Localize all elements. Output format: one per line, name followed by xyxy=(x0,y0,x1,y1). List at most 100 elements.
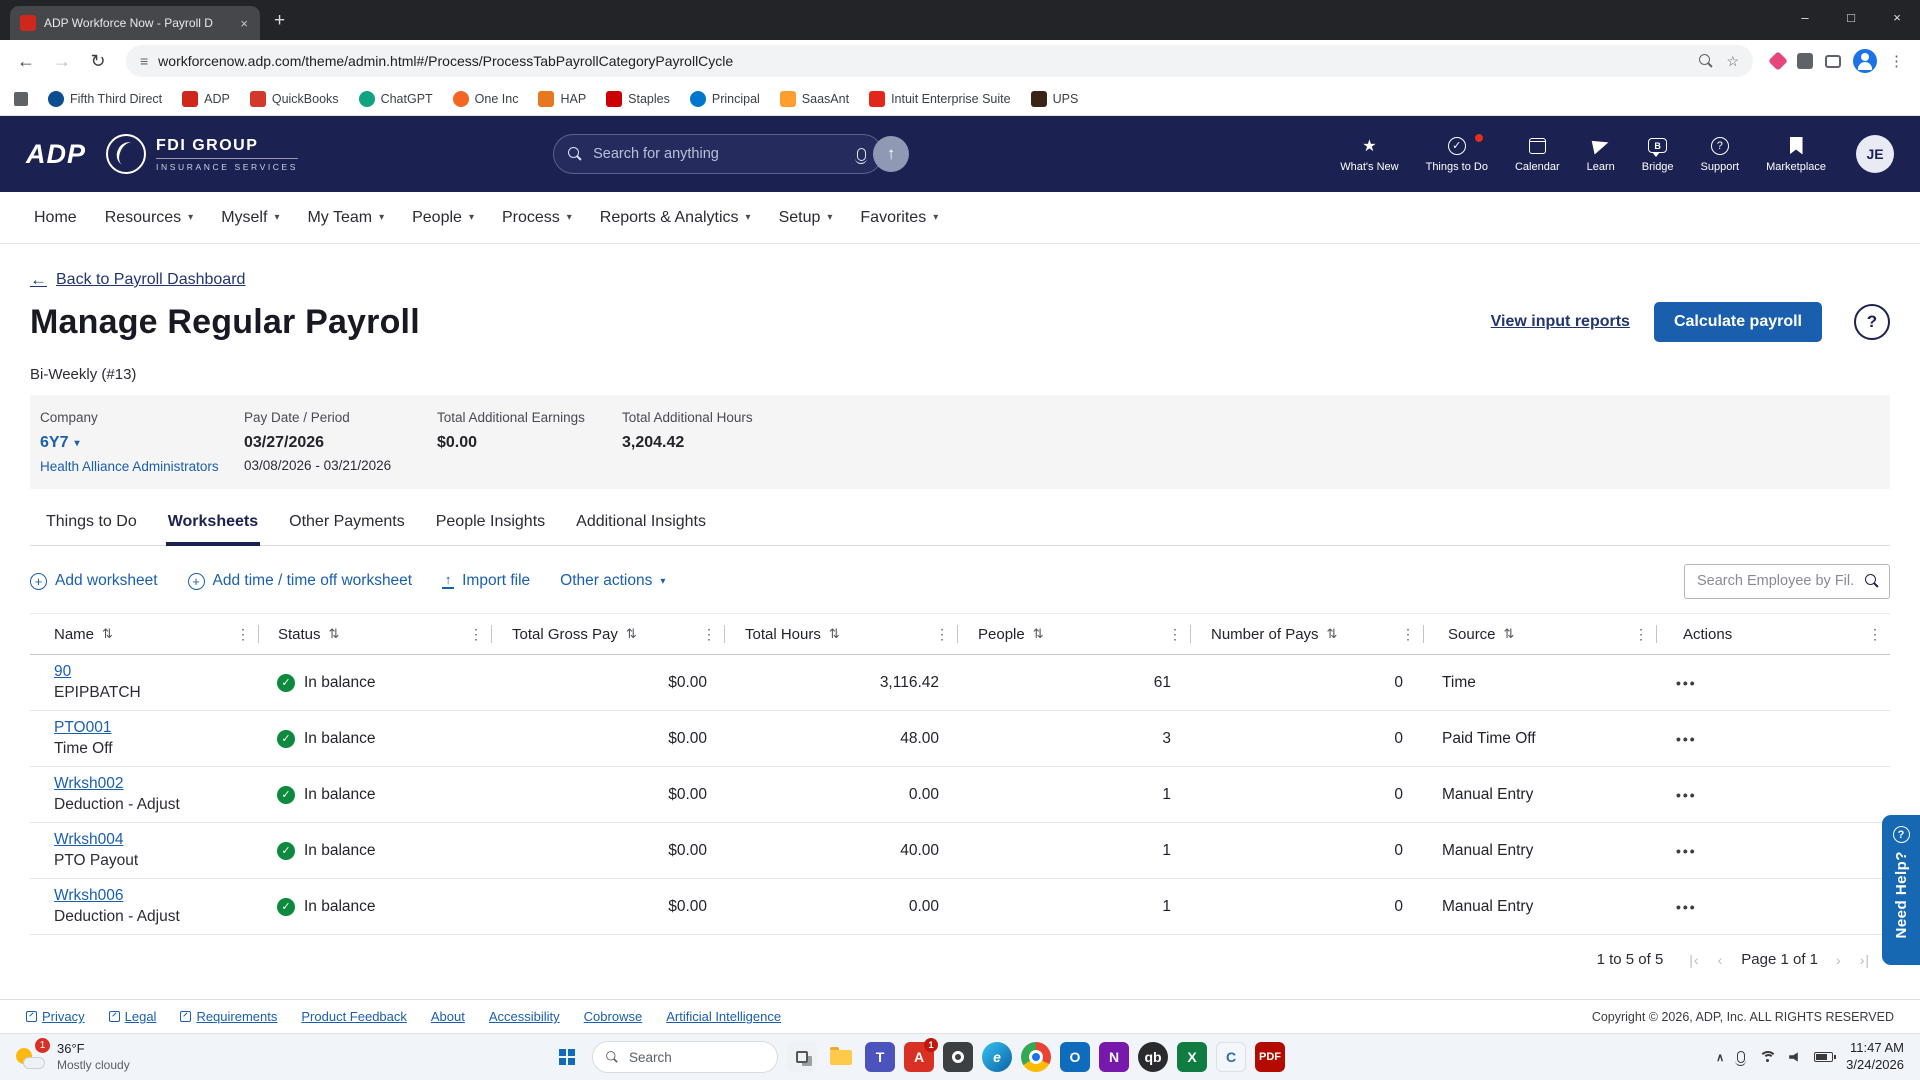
window-maximize-button[interactable]: □ xyxy=(1828,0,1874,34)
browser-profile-avatar[interactable] xyxy=(1853,49,1877,73)
global-search-field[interactable] xyxy=(553,134,884,174)
quickbooks-icon[interactable]: qb xyxy=(1138,1042,1168,1072)
support-button[interactable]: ? Support xyxy=(1701,136,1739,173)
voice-search-icon[interactable] xyxy=(855,147,868,164)
learn-button[interactable]: Learn xyxy=(1587,136,1615,173)
more-actions-icon[interactable]: ••• xyxy=(1676,787,1697,803)
last-page-icon[interactable]: ›| xyxy=(1860,952,1870,968)
tab-other-payments[interactable]: Other Payments xyxy=(287,503,407,545)
taskbar-search[interactable] xyxy=(592,1041,778,1073)
nav-item-setup[interactable]: Setup ▾ xyxy=(765,192,847,243)
window-close-button[interactable]: × xyxy=(1874,0,1920,34)
search-icon[interactable] xyxy=(1865,573,1880,589)
bookmark-chatgpt[interactable]: ChatGPT xyxy=(358,90,433,107)
column-header-gross-pay[interactable]: Total Gross Pay ⇅ ⋮ xyxy=(492,614,724,654)
bookmark-fifth-third[interactable]: Fifth Third Direct xyxy=(48,90,162,107)
tray-chevron-icon[interactable]: ∧ xyxy=(1716,1051,1724,1064)
teams-icon[interactable]: T xyxy=(865,1042,895,1072)
sort-icon[interactable]: ⇅ xyxy=(102,626,113,642)
browser-tab[interactable]: ADP Workforce Now - Payroll D × xyxy=(10,6,260,40)
tab-people-insights[interactable]: People Insights xyxy=(434,503,547,545)
more-actions-icon[interactable]: ••• xyxy=(1676,731,1697,747)
new-tab-button[interactable]: + xyxy=(274,10,285,32)
column-header-name[interactable]: Name ⇅ ⋮ xyxy=(30,614,258,654)
worksheet-link[interactable]: Wrksh002 xyxy=(54,775,124,793)
global-search-input[interactable] xyxy=(593,146,848,162)
file-explorer-icon[interactable] xyxy=(826,1042,856,1072)
nav-item-people[interactable]: People ▾ xyxy=(398,192,488,243)
import-file-button[interactable]: ↑ Import file xyxy=(442,572,530,590)
view-input-reports-link[interactable]: View input reports xyxy=(1491,313,1630,331)
worksheet-link[interactable]: Wrksh006 xyxy=(54,887,124,905)
calculator-icon[interactable]: C xyxy=(1216,1042,1246,1072)
sort-icon[interactable]: ⇅ xyxy=(829,626,840,642)
edge-icon[interactable]: e xyxy=(982,1042,1012,1072)
worksheet-link[interactable]: PTO001 xyxy=(54,719,111,737)
column-header-actions[interactable]: Actions ⋮ xyxy=(1657,614,1890,654)
browser-reload-button[interactable]: ↻ xyxy=(82,45,114,77)
tab-close-icon[interactable]: × xyxy=(238,16,250,31)
things-to-do-button[interactable]: ✓ Things to Do xyxy=(1426,132,1488,173)
bookmark-ups[interactable]: UPS xyxy=(1030,90,1078,107)
column-menu-icon[interactable]: ⋮ xyxy=(236,626,258,643)
nav-item-myself[interactable]: Myself ▾ xyxy=(207,192,293,243)
column-header-status[interactable]: Status ⇅ ⋮ xyxy=(259,614,491,654)
more-actions-icon[interactable]: ••• xyxy=(1676,843,1697,859)
tab-worksheets[interactable]: Worksheets xyxy=(165,503,261,546)
first-page-icon[interactable]: |‹ xyxy=(1689,952,1699,968)
need-help-tab[interactable]: ? Need Help? xyxy=(1882,815,1920,965)
browser-back-button[interactable]: ← xyxy=(10,45,42,77)
sort-icon[interactable]: ⇅ xyxy=(329,626,340,642)
bookmark-one-inc[interactable]: One Inc xyxy=(452,90,518,107)
column-header-source[interactable]: Source ⇅ ⋮ xyxy=(1424,614,1656,654)
sidebar-icon[interactable] xyxy=(1825,54,1841,68)
bookmark-staples[interactable]: Staples xyxy=(606,90,670,107)
battery-icon[interactable] xyxy=(1814,1052,1837,1062)
footer-link-cobrowse[interactable]: Cobrowse xyxy=(584,1009,643,1024)
footer-link-privacy[interactable]: Privacy xyxy=(26,1009,85,1024)
volume-icon[interactable] xyxy=(1789,1052,1798,1062)
browser-menu-icon[interactable]: ⋮ xyxy=(1889,52,1904,70)
nav-item-resources[interactable]: Resources ▾ xyxy=(91,192,208,243)
bookmark-adp[interactable]: ADP xyxy=(182,90,230,107)
clock[interactable]: 11:47 AM 3/24/2026 xyxy=(1846,1040,1904,1074)
pdf-reader-icon[interactable]: PDF xyxy=(1255,1042,1285,1072)
apps-grid-icon[interactable] xyxy=(14,91,28,106)
address-bar[interactable]: ≡ workforcenow.adp.com/theme/admin.html#… xyxy=(126,45,1753,77)
column-menu-icon[interactable]: ⋮ xyxy=(935,626,957,643)
adobe-acrobat-icon[interactable]: A1 xyxy=(904,1038,938,1072)
worksheet-link[interactable]: 90 xyxy=(54,663,71,681)
bookmark-star-icon[interactable]: ☆ xyxy=(1726,53,1739,70)
settings-icon[interactable] xyxy=(943,1042,973,1072)
next-page-icon[interactable]: › xyxy=(1836,952,1842,968)
search-submit-button[interactable]: ↑ xyxy=(873,136,910,172)
bridge-button[interactable]: B Bridge xyxy=(1642,136,1674,173)
nav-item-reports-analytics[interactable]: Reports & Analytics ▾ xyxy=(586,192,765,243)
url-text[interactable]: workforcenow.adp.com/theme/admin.html#/P… xyxy=(158,53,1689,69)
adp-logo[interactable]: ADP xyxy=(26,139,86,170)
previous-page-icon[interactable]: ‹ xyxy=(1718,952,1724,968)
sort-icon[interactable]: ⇅ xyxy=(1327,626,1338,642)
taskbar-search-input[interactable] xyxy=(629,1049,749,1065)
task-view-icon[interactable] xyxy=(787,1042,817,1072)
column-menu-icon[interactable]: ⋮ xyxy=(1401,626,1423,643)
footer-link-requirements[interactable]: Requirements xyxy=(180,1009,277,1024)
worksheet-link[interactable]: Wrksh004 xyxy=(54,831,124,849)
column-header-number-of-pays[interactable]: Number of Pays ⇅ ⋮ xyxy=(1191,614,1423,654)
column-menu-icon[interactable]: ⋮ xyxy=(1168,626,1190,643)
column-header-total-hours[interactable]: Total Hours ⇅ ⋮ xyxy=(725,614,957,654)
site-controls-icon[interactable]: ≡ xyxy=(140,53,148,69)
column-menu-icon[interactable]: ⋮ xyxy=(469,626,491,643)
wifi-icon[interactable] xyxy=(1758,1050,1778,1064)
company-name-link[interactable]: Health Alliance Administrators xyxy=(40,459,219,474)
help-button[interactable]: ? xyxy=(1854,304,1890,340)
footer-link-artificial-intelligence[interactable]: Artificial Intelligence xyxy=(666,1009,781,1024)
start-button[interactable] xyxy=(559,1048,576,1066)
sort-icon[interactable]: ⇅ xyxy=(1033,626,1044,642)
pinned-extension-icon[interactable] xyxy=(1768,51,1788,71)
zoom-icon[interactable] xyxy=(1699,53,1714,69)
back-to-dashboard-link[interactable]: ← Back to Payroll Dashboard xyxy=(30,270,245,290)
employee-search-input[interactable] xyxy=(1684,563,1890,599)
nav-item-home[interactable]: Home xyxy=(20,192,91,243)
more-actions-icon[interactable]: ••• xyxy=(1676,675,1697,691)
